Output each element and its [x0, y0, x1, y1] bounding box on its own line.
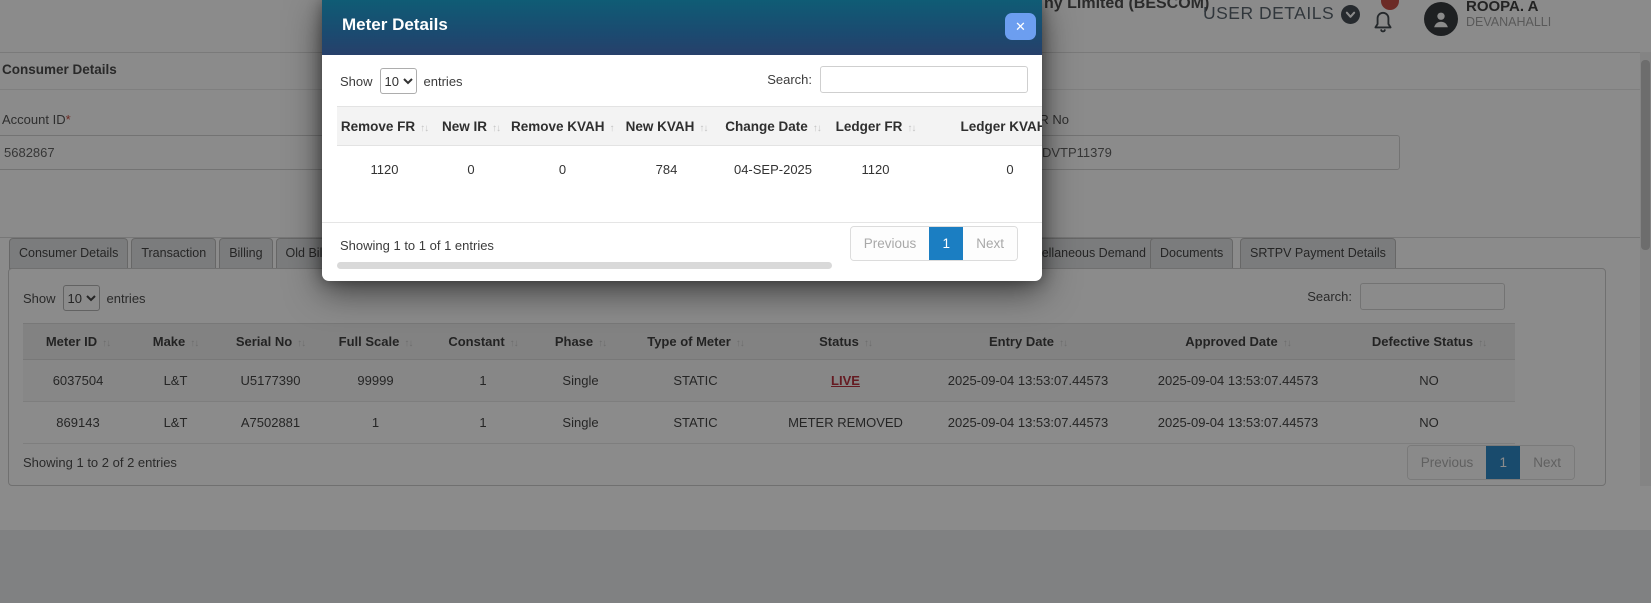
- sort-icon: ↑↓: [812, 122, 822, 134]
- column-header-new-kvah[interactable]: New KVAH ↑↓: [615, 106, 718, 146]
- modal-title: Meter Details: [342, 15, 448, 34]
- column-header-change-date[interactable]: Change Date ↑↓: [718, 106, 828, 146]
- modal-page-length-control: Show 10 entries: [340, 68, 463, 94]
- sort-icon: ↑↓: [699, 122, 708, 134]
- table-cell: 1120: [370, 161, 399, 177]
- show-label: Show: [340, 73, 373, 89]
- table-cell: 784: [655, 161, 678, 177]
- modal-footer: Showing 1 to 1 of 1 entries Previous 1 N…: [322, 222, 1042, 282]
- search-label: Search:: [767, 72, 812, 87]
- modal-search-input[interactable]: [820, 66, 1028, 93]
- modal-table-info-text: Showing 1 to 1 of 1 entries: [340, 238, 494, 253]
- table-cell: 0: [1006, 161, 1014, 177]
- current-page-button[interactable]: 1: [929, 227, 964, 260]
- page: ny Limited (BESCOM) USER DETAILS ROOPA. …: [0, 0, 1651, 603]
- table-cell: 04-SEP-2025: [733, 161, 813, 177]
- entries-label: entries: [423, 73, 463, 89]
- modal-page-length-select[interactable]: 10: [379, 68, 417, 94]
- sort-icon: ↑↓: [492, 122, 501, 134]
- next-page-button[interactable]: Next: [963, 227, 1017, 260]
- table-row: 1120 0 0 784 04-SEP-2025 1120 0: [337, 146, 1042, 193]
- meter-details-modal: Meter Details ✕ Show 10 entries Search: …: [322, 0, 1042, 281]
- meter-readings-table: Remove FR↑↓New IR↑↓Remove KVAH↑↓New KVAH…: [337, 106, 1042, 192]
- column-header-remove-fr[interactable]: Remove FR ↑↓: [337, 106, 432, 146]
- column-header-remove-kvah[interactable]: Remove KVAH↑↓: [510, 106, 615, 146]
- table-cell: 0: [467, 161, 475, 177]
- modal-header: Meter Details ✕: [322, 0, 1042, 55]
- close-icon[interactable]: ✕: [1005, 13, 1036, 40]
- previous-page-button[interactable]: Previous: [850, 227, 930, 260]
- modal-table-wrap: Remove FR↑↓New IR↑↓Remove KVAH↑↓New KVAH…: [337, 106, 1042, 192]
- sort-icon: ↑↓: [907, 122, 916, 134]
- modal-pagination: Previous 1 Next: [849, 226, 1018, 261]
- sort-icon: ↑↓: [420, 122, 429, 134]
- column-header-ledger-fr[interactable]: Ledger FR ↑↓: [828, 106, 923, 146]
- table-cell: 1120: [861, 161, 890, 177]
- column-header-ledger-kvah[interactable]: Ledger KVAH↑↓: [923, 106, 1042, 146]
- horizontal-scrollbar-thumb[interactable]: [337, 262, 832, 269]
- modal-search-control: Search:: [767, 66, 1028, 93]
- table-cell: 0: [558, 161, 567, 177]
- column-header-new-ir[interactable]: New IR ↑↓: [432, 106, 510, 146]
